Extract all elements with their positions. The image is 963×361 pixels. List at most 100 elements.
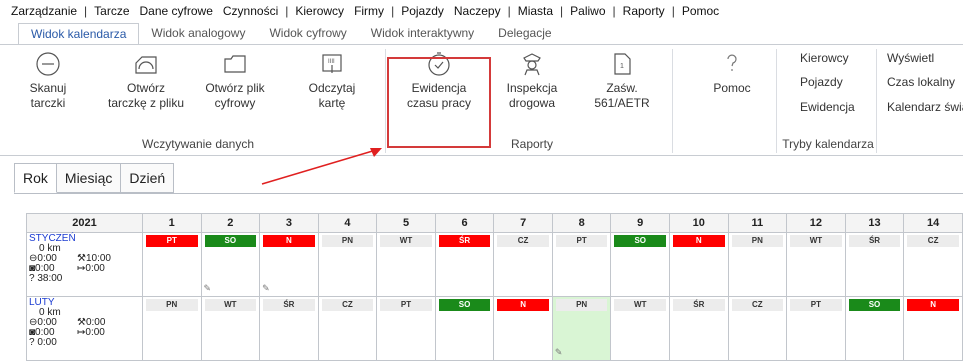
open-disc-file-button[interactable]: Otwórz tarczkę z pliku: [98, 51, 194, 111]
day-cell[interactable]: WT: [200, 296, 261, 361]
day-cell[interactable]: PN: [317, 232, 378, 297]
menu-item-7[interactable]: Firmy: [349, 4, 389, 18]
scan-disc-icon: [36, 52, 60, 76]
menu-item-12[interactable]: Miasta: [513, 4, 558, 18]
menu-item-9[interactable]: Pojazdy: [396, 4, 449, 18]
day-cell[interactable]: CZ: [317, 296, 378, 361]
holiday-calendar-link[interactable]: Kalendarz świa: [887, 100, 963, 114]
day-cell[interactable]: PN: [141, 296, 202, 361]
day-cell[interactable]: SO: [844, 296, 905, 361]
weekday-badge: WT: [790, 235, 842, 247]
day-cell[interactable]: WT: [610, 296, 671, 361]
weekday-badge: WT: [204, 299, 257, 311]
content-border: [14, 193, 963, 194]
local-time-link[interactable]: Czas lokalny: [887, 75, 955, 89]
day-cell[interactable]: CZ: [727, 296, 788, 361]
ribbon-tab-0[interactable]: Widok kalendarza: [18, 23, 140, 45]
ribbon-tab-3[interactable]: Widok interaktywny: [359, 23, 486, 44]
day-cell[interactable]: ŚR: [259, 296, 319, 361]
weekday-badge: WT: [614, 299, 667, 311]
year-calendar: 2021 1 2 3 4 5 6 7 8 9 10 11 12 13 14 STYCZEŃ 0 km ⊖0:00…: [26, 213, 963, 361]
weekday-badge: PT: [790, 299, 842, 311]
display-link[interactable]: Wyświetl: [887, 51, 934, 65]
day-number-header: 7: [493, 213, 553, 233]
road-inspection-button[interactable]: Inspekcja drogowa: [494, 51, 570, 111]
day-number-header: 11: [727, 213, 788, 233]
weekday-badge: ŚR: [263, 299, 315, 311]
day-number-header: 14: [903, 213, 963, 233]
menu-separator: |: [671, 4, 675, 18]
day-cell[interactable]: PT: [786, 296, 846, 361]
day-cell[interactable]: PT: [551, 232, 612, 297]
day-cell[interactable]: SO ✎: [200, 232, 261, 297]
menu-item-3[interactable]: Dane cyfrowe: [135, 4, 218, 18]
day-cell[interactable]: PT: [376, 296, 436, 361]
day-number-header: 12: [786, 213, 846, 233]
menu-item-4[interactable]: Czynności: [218, 4, 283, 18]
svg-text:1: 1: [620, 63, 624, 70]
day-cell[interactable]: SO: [434, 296, 495, 361]
menu-separator: |: [391, 4, 395, 18]
mode-records-link[interactable]: Ewidencja: [800, 100, 855, 114]
weekday-badge: SO: [614, 235, 667, 247]
scan-disc-button[interactable]: Skanuj tarczki: [18, 51, 78, 111]
day-cell[interactable]: CZ: [493, 232, 553, 297]
weekday-badge: CZ: [731, 299, 784, 311]
menu-item-14[interactable]: Paliwo: [565, 4, 610, 18]
day-cell[interactable]: N ✎: [259, 232, 319, 297]
unknown-time: ? 0:00: [29, 337, 57, 348]
ribbon-tab-2[interactable]: Widok cyfrowy: [257, 23, 358, 44]
day-number-header: 6: [434, 213, 495, 233]
certificate-aetr-label: Zaśw. 561/AETR: [594, 81, 650, 110]
menu-item-0[interactable]: Zarządzanie: [6, 4, 82, 18]
weekday-badge: PT: [555, 235, 608, 247]
certificate-aetr-button[interactable]: 1 Zaśw. 561/AETR: [584, 51, 660, 111]
read-card-button[interactable]: IIII Odczytaj kartę: [302, 51, 362, 111]
menu-separator: |: [612, 4, 616, 18]
day-cell[interactable]: PN: [727, 232, 788, 297]
view-tab-0[interactable]: Rok: [14, 163, 57, 193]
menu-item-10[interactable]: Naczepy: [449, 4, 506, 18]
day-cell[interactable]: SO: [610, 232, 671, 297]
pencil-icon: ✎: [554, 347, 563, 357]
scan-disc-label: Skanuj tarczki: [29, 81, 67, 110]
road-inspection-label: Inspekcja drogowa: [506, 81, 558, 110]
month-summary: STYCZEŃ 0 km ⊖0:00 ⚒10:00 ◙0:00 ↦0:00? 38:00: [26, 232, 143, 297]
menu-item-2[interactable]: Tarcze: [89, 4, 134, 18]
day-cell[interactable]: ŚR: [434, 232, 495, 297]
day-number-header: 1: [141, 213, 202, 233]
annotation-arrow: [261, 148, 382, 185]
unknown-time: ? 38:00: [29, 273, 63, 284]
weekday-badge: CZ: [907, 235, 959, 247]
day-cell[interactable]: N: [493, 296, 553, 361]
menu-item-6[interactable]: Kierowcy: [290, 4, 349, 18]
day-cell[interactable]: N: [669, 232, 729, 297]
ribbon-tab-1[interactable]: Widok analogowy: [139, 23, 257, 44]
month-summary: LUTY 0 km ⊖0:00 ⚒0:00 ◙0:00 ↦0:00? 0:00: [26, 296, 143, 361]
ribbon-tab-4[interactable]: Delegacje: [486, 23, 563, 44]
day-cell[interactable]: ŚR: [844, 232, 905, 297]
view-tab-1[interactable]: Miesiąc: [56, 163, 122, 193]
day-cell[interactable]: N: [903, 296, 963, 361]
day-cell[interactable]: CZ: [903, 232, 963, 297]
rest-time: ↦0:00: [77, 327, 105, 338]
weekday-badge: PN: [321, 235, 374, 247]
day-cell[interactable]: PN ✎: [551, 296, 612, 361]
rest-time: ↦0:00: [77, 263, 105, 274]
menu-item-16[interactable]: Raporty: [618, 4, 670, 18]
document-icon: 1: [614, 53, 631, 75]
mode-vehicles-link[interactable]: Pojazdy: [800, 75, 843, 89]
day-cell[interactable]: WT: [786, 232, 846, 297]
day-cell[interactable]: ŚR: [669, 296, 729, 361]
weekday-badge: SO: [204, 235, 257, 247]
weekday-badge: WT: [380, 235, 432, 247]
day-cell[interactable]: PT: [141, 232, 202, 297]
menu-item-18[interactable]: Pomoc: [677, 4, 724, 18]
view-tab-2[interactable]: Dzień: [121, 163, 175, 193]
help-button[interactable]: Pomoc: [704, 51, 760, 96]
group-separator: [776, 49, 777, 153]
day-cell[interactable]: WT: [376, 232, 436, 297]
group-separator: [876, 49, 877, 153]
mode-drivers-link[interactable]: Kierowcy: [800, 51, 849, 65]
open-digital-file-button[interactable]: Otwórz plik cyfrowy: [196, 51, 274, 111]
